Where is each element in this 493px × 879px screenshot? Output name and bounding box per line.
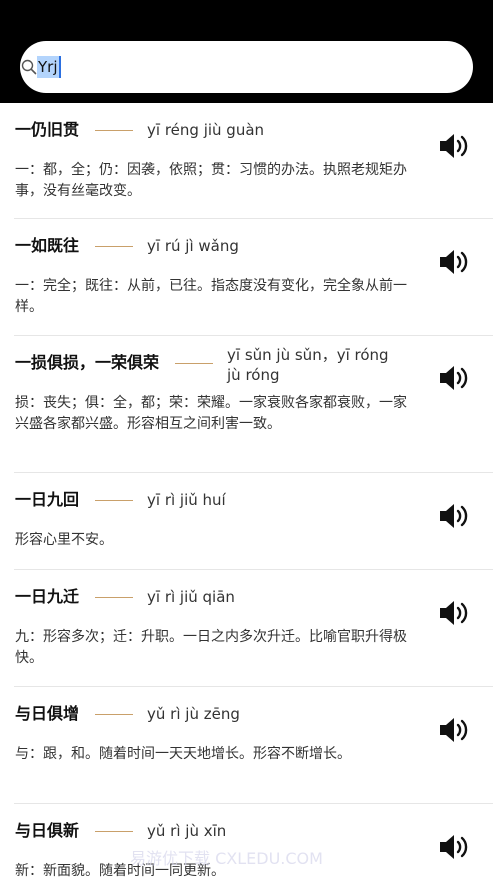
divider-line: [95, 246, 134, 247]
search-icon: [21, 59, 37, 75]
speaker-icon[interactable]: [437, 362, 469, 394]
idiom-pinyin: yī rì jiǔ qiān: [147, 588, 235, 606]
speaker-icon[interactable]: [437, 246, 469, 278]
list-item[interactable]: 一仍旧贯 yī réng jiù guàn 一：都，全；仍：因袭，依照；贯：习惯…: [0, 103, 493, 219]
idiom-list: 一仍旧贯 yī réng jiù guàn 一：都，全；仍：因袭，依照；贯：习惯…: [0, 103, 493, 879]
speaker-icon[interactable]: [437, 831, 469, 863]
idiom-title: 一损俱损，一荣俱荣: [15, 353, 160, 372]
list-item[interactable]: 一日九回 yī rì jiǔ huí 形容心里不安。: [0, 473, 493, 570]
idiom-title: 一日九回: [15, 490, 80, 509]
divider-line: [95, 130, 134, 131]
idiom-title: 一仍旧贯: [15, 120, 80, 139]
divider-line: [175, 363, 214, 364]
list-item[interactable]: 与日俱新 yǔ rì jù xīn 新：新面貌。随着时间一同更新。: [0, 804, 493, 879]
speaker-icon[interactable]: [437, 714, 469, 746]
idiom-description: 损：丧失；俱：全，都；荣：荣耀。一家衰败各家都衰败，一家兴盛各家都兴盛。形容相互…: [15, 395, 407, 432]
idiom-pinyin: yǔ rì jù zēng: [147, 705, 240, 723]
speaker-icon[interactable]: [437, 597, 469, 629]
divider-line: [95, 714, 134, 715]
idiom-pinyin: yī sǔn jù sǔn，yī róng jù róng: [227, 346, 389, 384]
idiom-pinyin: yī réng jiù guàn: [147, 121, 265, 139]
idiom-description: 与：跟，和。随着时间一天天地增长。形容不断增长。: [15, 746, 351, 762]
idiom-title: 与日俱增: [15, 704, 80, 723]
speaker-icon[interactable]: [437, 130, 469, 162]
idiom-description: 一：完全；既往：从前，已往。指态度没有变化，完全象从前一样。: [15, 278, 407, 315]
idiom-description: 新：新面貌。随着时间一同更新。: [15, 863, 225, 879]
divider-line: [95, 500, 134, 501]
search-input[interactable]: Yrj: [37, 56, 61, 78]
top-bar: Yrj: [0, 0, 493, 103]
list-item[interactable]: 一日九迁 yī rì jiǔ qiān 九：形容多次；迁：升职。一日之内多次升迁…: [0, 570, 493, 687]
idiom-pinyin: yī rì jiǔ huí: [147, 491, 226, 509]
speaker-icon[interactable]: [437, 500, 469, 532]
divider-line: [95, 597, 134, 598]
idiom-description: 九：形容多次；迁：升职。一日之内多次升迁。比喻官职升得极快。: [15, 629, 407, 666]
idiom-description: 形容心里不安。: [15, 532, 113, 548]
idiom-pinyin: yǔ rì jù xīn: [147, 822, 227, 840]
idiom-description: 一：都，全；仍：因袭，依照；贯：习惯的办法。执照老规矩办事，没有丝毫改变。: [15, 162, 407, 199]
list-item[interactable]: 一如既往 yī rú jì wǎng 一：完全；既往：从前，已往。指态度没有变化…: [0, 219, 493, 336]
search-bar[interactable]: Yrj: [20, 41, 473, 93]
list-item[interactable]: 一损俱损，一荣俱荣 yī sǔn jù sǔn，yī róng jù róng …: [0, 336, 493, 473]
idiom-pinyin: yī rú jì wǎng: [147, 237, 239, 255]
list-item[interactable]: 与日俱增 yǔ rì jù zēng 与：跟，和。随着时间一天天地增长。形容不断…: [0, 687, 493, 804]
idiom-title: 一日九迁: [15, 587, 80, 606]
idiom-title: 一如既往: [15, 236, 80, 255]
divider-line: [95, 831, 134, 832]
idiom-title: 与日俱新: [15, 821, 80, 840]
